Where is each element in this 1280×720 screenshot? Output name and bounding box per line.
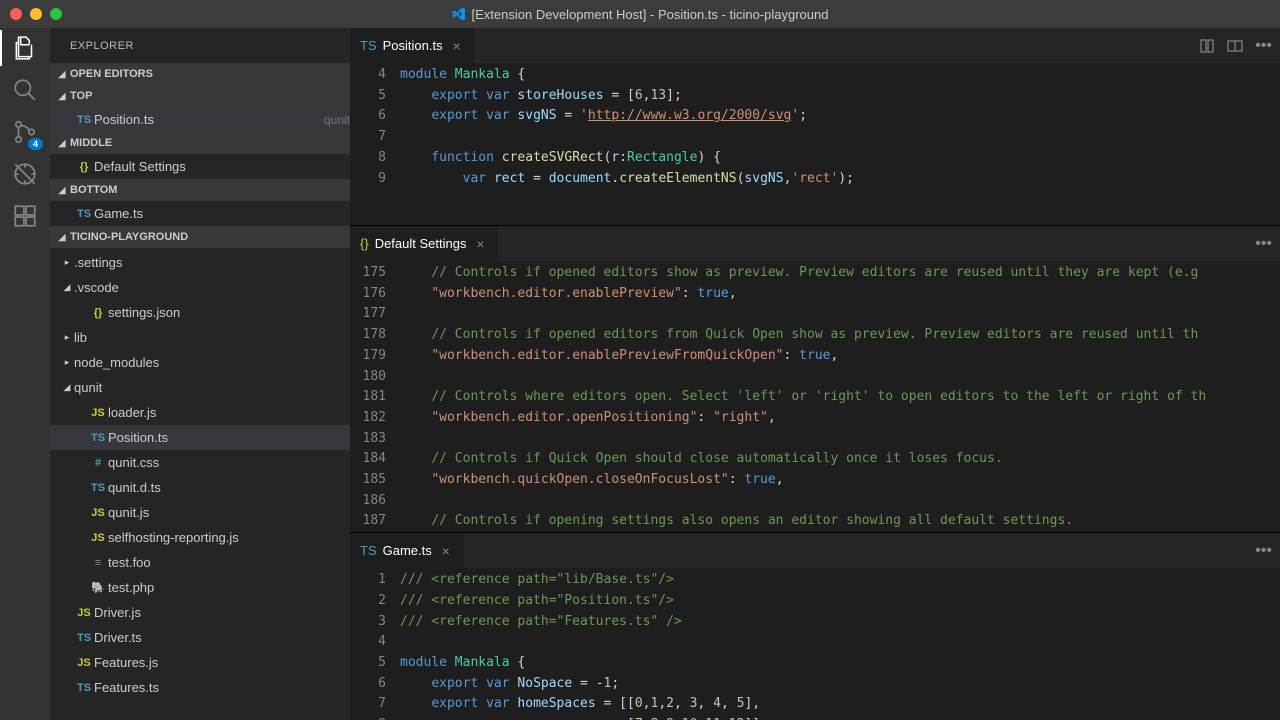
- editor-content-middle[interactable]: 175 // Controls if opened editors show a…: [350, 261, 1280, 532]
- editor-content-top[interactable]: 4module Mankala {5 export var storeHouse…: [350, 63, 1280, 225]
- file-qunit-d[interactable]: TSqunit.d.ts: [50, 475, 350, 500]
- scm-badge: 4: [28, 138, 43, 150]
- close-window[interactable]: [10, 8, 22, 20]
- folder-qunit[interactable]: ◢qunit: [50, 375, 350, 400]
- file-driver-js[interactable]: JSDriver.js: [50, 600, 350, 625]
- split-icon[interactable]: [1227, 38, 1243, 54]
- file-loader[interactable]: JSloader.js: [50, 400, 350, 425]
- editor-group-bottom: TSGame.ts× ••• 1/// <reference path="lib…: [350, 533, 1280, 720]
- open-editor-game[interactable]: TSGame.ts: [50, 201, 350, 226]
- compare-icon[interactable]: [1199, 38, 1215, 54]
- extensions-icon[interactable]: [11, 202, 39, 230]
- titlebar: [Extension Development Host] - Position.…: [0, 0, 1280, 28]
- folder-vscode[interactable]: ◢.vscode: [50, 275, 350, 300]
- file-position[interactable]: TSPosition.ts: [50, 425, 350, 450]
- more-icon[interactable]: •••: [1255, 37, 1272, 55]
- editor-group-top: TSPosition.ts× ••• 4module Mankala {5 ex…: [350, 28, 1280, 226]
- folder-node-modules[interactable]: ▸node_modules: [50, 350, 350, 375]
- editor-area: TSPosition.ts× ••• 4module Mankala {5 ex…: [350, 28, 1280, 720]
- scm-icon[interactable]: 4: [11, 118, 39, 146]
- file-settings-json[interactable]: {}settings.json: [50, 300, 350, 325]
- folder-lib[interactable]: ▸lib: [50, 325, 350, 350]
- file-testphp[interactable]: 🐘test.php: [50, 575, 350, 600]
- open-editors-header[interactable]: ◢OPEN EDITORS: [50, 63, 350, 85]
- debug-icon[interactable]: [11, 160, 39, 188]
- vscode-icon: [452, 7, 466, 21]
- file-features-ts[interactable]: TSFeatures.ts: [50, 675, 350, 700]
- sidebar-title: EXPLORER: [50, 28, 350, 63]
- minimize-window[interactable]: [30, 8, 42, 20]
- close-icon[interactable]: ×: [449, 38, 465, 54]
- activity-bar: 4: [0, 28, 50, 720]
- file-features-js[interactable]: JSFeatures.js: [50, 650, 350, 675]
- tab-position[interactable]: TSPosition.ts×: [350, 28, 476, 63]
- window-title: [Extension Development Host] - Position.…: [452, 7, 829, 22]
- project-header[interactable]: ◢TICINO-PLAYGROUND: [50, 226, 350, 248]
- top-header[interactable]: ◢TOP: [50, 85, 350, 107]
- file-selfhost[interactable]: JSselfhosting-reporting.js: [50, 525, 350, 550]
- editor-group-middle: {}Default Settings× ••• 175 // Controls …: [350, 226, 1280, 533]
- more-icon[interactable]: •••: [1255, 235, 1272, 253]
- bottom-header[interactable]: ◢BOTTOM: [50, 179, 350, 201]
- file-testfoo[interactable]: ≡test.foo: [50, 550, 350, 575]
- folder-settings[interactable]: ▸.settings: [50, 250, 350, 275]
- close-icon[interactable]: ×: [472, 236, 488, 252]
- editor-content-bottom[interactable]: 1/// <reference path="lib/Base.ts"/>2///…: [350, 568, 1280, 720]
- sidebar: EXPLORER ◢OPEN EDITORS ◢TOP TSPosition.t…: [50, 28, 350, 720]
- maximize-window[interactable]: [50, 8, 62, 20]
- tab-settings[interactable]: {}Default Settings×: [350, 226, 499, 261]
- file-qunit-js[interactable]: JSqunit.js: [50, 500, 350, 525]
- tab-game[interactable]: TSGame.ts×: [350, 533, 465, 568]
- middle-header[interactable]: ◢MIDDLE: [50, 132, 350, 154]
- search-icon[interactable]: [11, 76, 39, 104]
- traffic-lights: [0, 8, 62, 20]
- close-icon[interactable]: ×: [438, 543, 454, 559]
- file-qunit-css[interactable]: #qunit.css: [50, 450, 350, 475]
- explorer-icon[interactable]: [11, 34, 39, 62]
- open-editor-position[interactable]: TSPosition.tsqunit: [50, 107, 350, 132]
- file-driver-ts[interactable]: TSDriver.ts: [50, 625, 350, 650]
- more-icon[interactable]: •••: [1255, 542, 1272, 560]
- open-editor-settings[interactable]: {}Default Settings: [50, 154, 350, 179]
